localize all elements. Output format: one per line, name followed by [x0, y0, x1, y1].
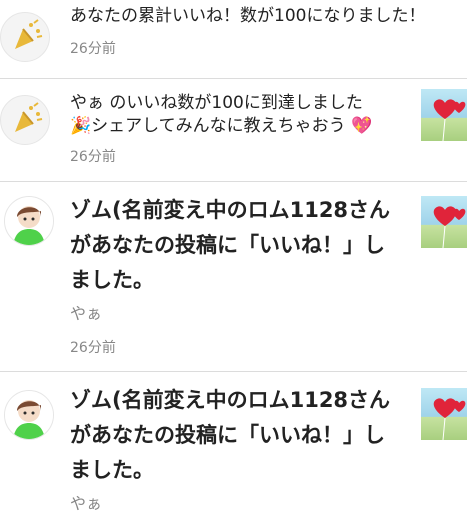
- timestamp: 26分前: [70, 149, 116, 165]
- notification-text: あなたの累計いいね！数が100になりました！: [70, 6, 426, 26]
- user-avatar[interactable]: [4, 196, 54, 246]
- notification-item[interactable]: ゾム(名前変え中のロム1128さん があなたの投稿に「いいね！」し ました。 や…: [0, 182, 467, 370]
- post-text: やぁ: [70, 304, 103, 323]
- party-popper-icon: [0, 12, 50, 62]
- timestamp: 26分前: [70, 41, 116, 57]
- notification-text-line-1: ゾム(名前変え中のロム1128さん: [70, 388, 391, 412]
- notification-text-line-2: があなたの投稿に「いいね！」し: [70, 423, 385, 447]
- post-text: やぁ: [70, 494, 103, 513]
- notification-text-line-3: ました。: [70, 268, 154, 292]
- notification-item[interactable]: あなたの累計いいね！数が100になりました！ 26分前: [0, 0, 467, 78]
- notification-text-line-2: 🎉シェアしてみんなに教えちゃおう 💖: [70, 116, 373, 136]
- notification-text-line-3: ました。: [70, 458, 154, 482]
- notification-text-line-1: ゾム(名前変え中のロム1128さん: [70, 198, 391, 222]
- party-popper-icon: [0, 95, 50, 145]
- heart-balloons-thumbnail[interactable]: [421, 89, 467, 141]
- heart-balloons-thumbnail[interactable]: [421, 388, 467, 440]
- heart-balloons-thumbnail[interactable]: [421, 196, 467, 248]
- notification-item[interactable]: やぁ のいいね数が100に到達しました 🎉シェアしてみんなに教えちゃおう 💖 2…: [0, 79, 467, 181]
- timestamp: 26分前: [70, 340, 116, 356]
- notification-item[interactable]: ゾム(名前変え中のロム1128さん があなたの投稿に「いいね！」し ました。 や…: [0, 372, 467, 513]
- user-avatar[interactable]: [4, 390, 54, 440]
- notification-text-line-2: があなたの投稿に「いいね！」し: [70, 233, 385, 257]
- notification-text-line-1: やぁ のいいね数が100に到達しました: [70, 93, 363, 113]
